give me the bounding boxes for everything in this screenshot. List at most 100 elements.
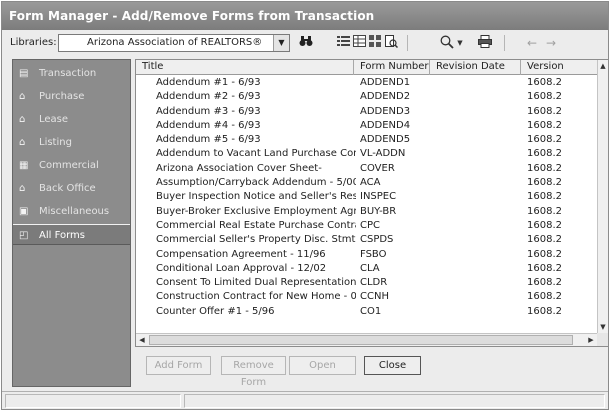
table-row[interactable]: Addendum #1 - 6/93 ADDEND1 1608.2 — [136, 76, 598, 90]
back-arrow-icon[interactable]: ← — [524, 35, 540, 51]
chevron-down-icon[interactable]: ▼ — [273, 35, 289, 51]
form-title-cell: Counter Offer #1 - 5/96 — [156, 305, 275, 317]
lease-icon: ⌂ — [19, 114, 26, 125]
table-row[interactable]: Commercial Real Estate Purchase Contract… — [136, 219, 598, 233]
form-number-cell: CCNH — [360, 291, 389, 303]
close-button[interactable]: Close — [364, 356, 421, 375]
version-cell: 1608.2 — [527, 191, 562, 203]
all-forms-icon: ◰ — [19, 230, 29, 241]
form-number-cell: ADDEND5 — [360, 134, 411, 146]
column-header-form-number[interactable]: Form Number — [354, 60, 430, 75]
form-number-cell: ADDEND2 — [360, 91, 411, 103]
sidebar-item-label: All Forms — [39, 230, 85, 241]
form-number-cell: COVER — [360, 162, 395, 174]
form-number-cell: CO1 — [360, 305, 382, 317]
form-number-cell: ADDEND3 — [360, 105, 411, 117]
sidebar-item-purchase[interactable]: ⌂ Purchase — [13, 86, 130, 107]
table-row[interactable]: Construction Contract for New Home - 02/… — [136, 290, 598, 304]
form-title-cell: Consent To Limited Dual Representation -… — [156, 277, 356, 289]
view-list-icon[interactable] — [336, 35, 350, 51]
column-header-revision-date[interactable]: Revision Date — [430, 60, 521, 75]
form-title-cell: Addendum #5 - 6/93 — [156, 134, 261, 146]
toolbar-divider — [504, 35, 505, 51]
table-row[interactable]: Addendum #5 - 6/93 ADDEND5 1608.2 — [136, 133, 598, 147]
form-manager-window: Form Manager - Add/Remove Forms from Tra… — [1, 1, 609, 410]
vertical-scrollbar[interactable]: ▲ ▼ — [597, 60, 608, 333]
table-row[interactable]: Addendum to Vacant Land Purchase Contrac… — [136, 147, 598, 161]
form-number-cell: CLA — [360, 262, 380, 274]
remove-form-button[interactable]: Remove Form — [221, 356, 286, 388]
form-title-cell: Compensation Agreement - 11/96 — [156, 248, 326, 260]
scroll-left-icon[interactable]: ◀ — [136, 334, 148, 346]
form-title-cell: Conditional Loan Approval - 12/02 — [156, 262, 327, 274]
sidebar-item-all-forms[interactable]: ◰ All Forms — [13, 224, 130, 245]
sidebar-item-back-office[interactable]: ⌂ Back Office — [13, 178, 130, 199]
sidebar-item-listing[interactable]: ⌂ Listing — [13, 132, 130, 153]
version-cell: 1608.2 — [527, 205, 562, 217]
form-number-cell: INSPEC — [360, 191, 397, 203]
form-title-cell: Construction Contract for New Home - 02/… — [156, 291, 356, 303]
sidebar-item-commercial[interactable]: ▦ Commercial — [13, 155, 130, 176]
open-button[interactable]: Open — [289, 356, 356, 375]
table-body: Addendum #1 - 6/93 ADDEND1 1608.2 Addendum … — [136, 76, 598, 333]
form-number-cell: ACA — [360, 177, 381, 189]
status-pane-left — [5, 394, 181, 408]
column-header-version[interactable]: Version — [521, 60, 598, 75]
table-row[interactable]: Buyer-Broker Exclusive Employment Agreem… — [136, 205, 598, 219]
view-thumbnail-icon[interactable] — [368, 35, 382, 51]
miscellaneous-icon: ▣ — [19, 206, 29, 217]
libraries-dropdown[interactable]: Arizona Association of REALTORS® ▼ — [58, 34, 290, 52]
sidebar-item-label: Purchase — [39, 91, 85, 102]
print-icon[interactable] — [478, 35, 492, 51]
form-title-cell: Addendum #3 - 6/93 — [156, 105, 261, 117]
form-title-cell: Buyer Inspection Notice and Seller's Res… — [156, 191, 356, 203]
form-number-cell: FSBO — [360, 248, 387, 260]
scroll-down-icon[interactable]: ▼ — [598, 321, 608, 333]
form-title-cell: Addendum #1 - 6/93 — [156, 77, 261, 88]
table-row[interactable]: Compensation Agreement - 11/96 FSBO 1608.2 — [136, 248, 598, 262]
preview-icon[interactable] — [384, 35, 398, 51]
purchase-icon: ⌂ — [19, 91, 26, 102]
version-cell: 1608.2 — [527, 77, 562, 88]
table-row[interactable]: Addendum #2 - 6/93 ADDEND2 1608.2 — [136, 90, 598, 104]
version-cell: 1608.2 — [527, 219, 562, 231]
zoom-dropdown-icon[interactable]: ▼ — [456, 35, 464, 51]
window-title: Form Manager - Add/Remove Forms from Tra… — [2, 2, 608, 30]
view-detail-icon[interactable] — [352, 35, 366, 51]
horizontal-scrollbar[interactable]: ◀ ▶ — [136, 333, 598, 346]
scroll-up-icon[interactable]: ▲ — [598, 60, 608, 72]
table-row[interactable]: Addendum #4 - 6/93 ADDEND4 1608.2 — [136, 119, 598, 133]
sidebar-item-miscellaneous[interactable]: ▣ Miscellaneous — [13, 201, 130, 222]
table-row[interactable]: Addendum #3 - 6/93 ADDEND3 1608.2 — [136, 105, 598, 119]
table-row[interactable]: Assumption/Carryback Addendum - 5/00 ACA 1… — [136, 176, 598, 190]
version-cell: 1608.2 — [527, 248, 562, 260]
transaction-icon: ▤ — [19, 68, 29, 79]
version-cell: 1608.2 — [527, 105, 562, 117]
column-header-title[interactable]: Title — [136, 60, 354, 75]
scroll-right-icon[interactable]: ▶ — [585, 334, 597, 346]
horizontal-scroll-thumb[interactable] — [149, 335, 573, 345]
add-form-button[interactable]: Add Form — [146, 356, 211, 375]
version-cell: 1608.2 — [527, 134, 562, 146]
binoculars-icon[interactable] — [298, 35, 314, 51]
table-row[interactable]: Consent To Limited Dual Representation -… — [136, 276, 598, 290]
version-cell: 1608.2 — [527, 91, 562, 103]
table-row[interactable]: Counter Offer #1 - 5/96 CO1 1608.2 — [136, 305, 598, 319]
table-row[interactable]: Conditional Loan Approval - 12/02 CLA 1608… — [136, 262, 598, 276]
sidebar-item-lease[interactable]: ⌂ Lease — [13, 109, 130, 130]
listing-icon: ⌂ — [19, 137, 26, 148]
forward-arrow-icon[interactable]: → — [543, 35, 559, 51]
form-number-cell: BUY-BR — [360, 205, 397, 217]
form-number-cell: ADDEND4 — [360, 119, 411, 131]
forms-table: Title Form Number Revision Date Version … — [135, 59, 609, 347]
table-row[interactable]: Arizona Association Cover Sheet- COVER 160… — [136, 162, 598, 176]
sidebar-item-transaction[interactable]: ▤ Transaction — [13, 63, 130, 84]
form-number-cell: ADDEND1 — [360, 77, 411, 88]
commercial-icon: ▦ — [19, 160, 29, 171]
version-cell: 1608.2 — [527, 277, 562, 289]
zoom-icon[interactable] — [440, 35, 454, 51]
libraries-label: Libraries: — [10, 37, 57, 48]
form-number-cell: CPC — [360, 219, 380, 231]
table-row[interactable]: Commercial Seller's Property Disc. Stmt.… — [136, 233, 598, 247]
table-row[interactable]: Buyer Inspection Notice and Seller's Res… — [136, 190, 598, 204]
